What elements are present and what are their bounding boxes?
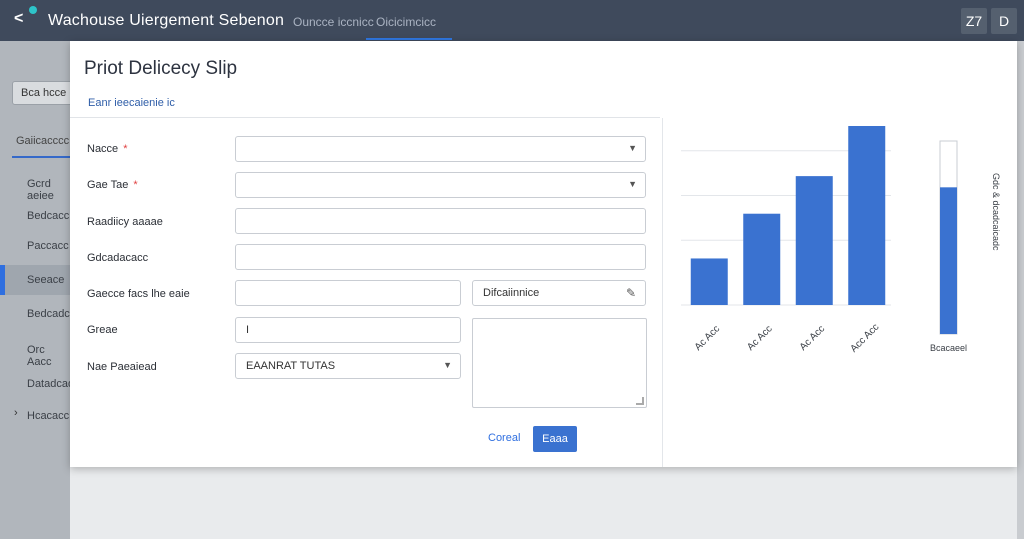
notes-textarea[interactable]: [472, 318, 647, 408]
sidebar-item[interactable]: Hcacacc: [0, 401, 70, 431]
sidebar-section-underline: [12, 156, 70, 158]
field-label: Nacce *: [87, 143, 128, 155]
divider: [70, 117, 660, 118]
active-nav-underline: [366, 38, 452, 40]
x-tick-label: Ac Acc: [693, 324, 722, 353]
field-label: Nae Paeaiead: [87, 361, 157, 373]
status-select[interactable]: EAANRAT TUTAS ▼: [235, 353, 461, 379]
chevron-down-icon: ▼: [628, 143, 637, 153]
top-bar: < Wachouse Uiergement Sebenon Ouncce icc…: [0, 0, 1024, 41]
chart-bar: [848, 126, 886, 305]
sidebar-section-label: Gaiicacccc: [16, 135, 70, 147]
background-content: [70, 467, 1017, 539]
dialog-title: Priot Delicecy Slip: [84, 58, 238, 79]
nav-item-2[interactable]: Oicicimcicc: [376, 15, 436, 29]
chart-bar: [795, 176, 833, 305]
sidebar-item[interactable]: Paccacc: [0, 231, 70, 261]
sidebar-item[interactable]: Bedcadcc: [0, 299, 75, 329]
background-scrollbar: [1017, 41, 1024, 539]
sidebar-item-active[interactable]: Seeace: [0, 265, 70, 295]
save-button[interactable]: Eaaa: [533, 426, 577, 452]
x-tick-label: Acc Acc: [849, 322, 882, 355]
resize-handle-icon[interactable]: [636, 397, 644, 405]
field-label: Gdcadacacc: [87, 252, 149, 264]
field-label: Gae Tae *: [87, 179, 138, 191]
app-title: Wachouse Uiergement Sebenon: [48, 12, 285, 29]
dialog-subtitle[interactable]: Eanr ieecaienie ic: [88, 97, 175, 109]
status-dot-icon: [29, 6, 37, 14]
gauge-label: Gdc & dcadcaicadc: [991, 173, 1001, 251]
sidebar: Bca hcce Gaiicacccc Gcrd aeiee Bedcacc P…: [0, 41, 84, 539]
sidebar-item[interactable]: Datadcadc: [0, 369, 80, 399]
text-field[interactable]: [235, 244, 646, 270]
bar-chart: Ac Acc Ac Acc Ac Acc Acc Acc Bcacaeel Gdc & d…: [681, 126, 1001, 355]
text-field[interactable]: I: [235, 317, 461, 343]
print-dialog: Priot Delicecy Slip Eanr ieecaienie ic N…: [70, 41, 1017, 467]
chevron-down-icon: ▼: [443, 360, 452, 370]
chart-bar: [690, 258, 728, 305]
sidebar-section[interactable]: Gaiicacccc: [0, 126, 70, 158]
top-button-1[interactable]: Z7: [961, 8, 987, 34]
top-button-2[interactable]: D: [991, 8, 1017, 34]
sidebar-item[interactable]: Gcrd aeiee: [0, 169, 70, 202]
field-label: Gaecce facs lhe eaie: [87, 288, 190, 300]
cancel-button[interactable]: Coreal: [488, 432, 520, 444]
gauge-bottom-label: Bcacaeel: [930, 343, 967, 353]
field-label: Greae: [87, 324, 118, 336]
pencil-icon[interactable]: ✎: [626, 286, 636, 300]
x-tick-label: Ac Acc: [798, 324, 827, 353]
field-label: Raadiicy aaaae: [87, 216, 163, 228]
text-field[interactable]: [235, 280, 461, 306]
sidebar-item[interactable]: Orc Aacc: [0, 335, 70, 368]
chart-panel: Ac Acc Ac Acc Ac Acc Acc Acc Bcacaeel Gdc & d…: [662, 118, 1017, 467]
back-icon[interactable]: <: [14, 10, 23, 28]
chevron-down-icon: ▼: [628, 179, 637, 189]
x-tick-label: Ac Acc: [745, 324, 774, 353]
nav-item-1[interactable]: Ouncce iccnicc: [293, 15, 374, 29]
chart-bar: [743, 213, 781, 305]
gauge-fill: [940, 187, 957, 334]
type-select[interactable]: ▼: [235, 172, 646, 198]
editable-field[interactable]: Difcaiinnice ✎: [472, 280, 646, 306]
text-field[interactable]: [235, 208, 646, 234]
name-select[interactable]: ▼: [235, 136, 646, 162]
sidebar-item[interactable]: Bedcacc: [0, 201, 70, 231]
